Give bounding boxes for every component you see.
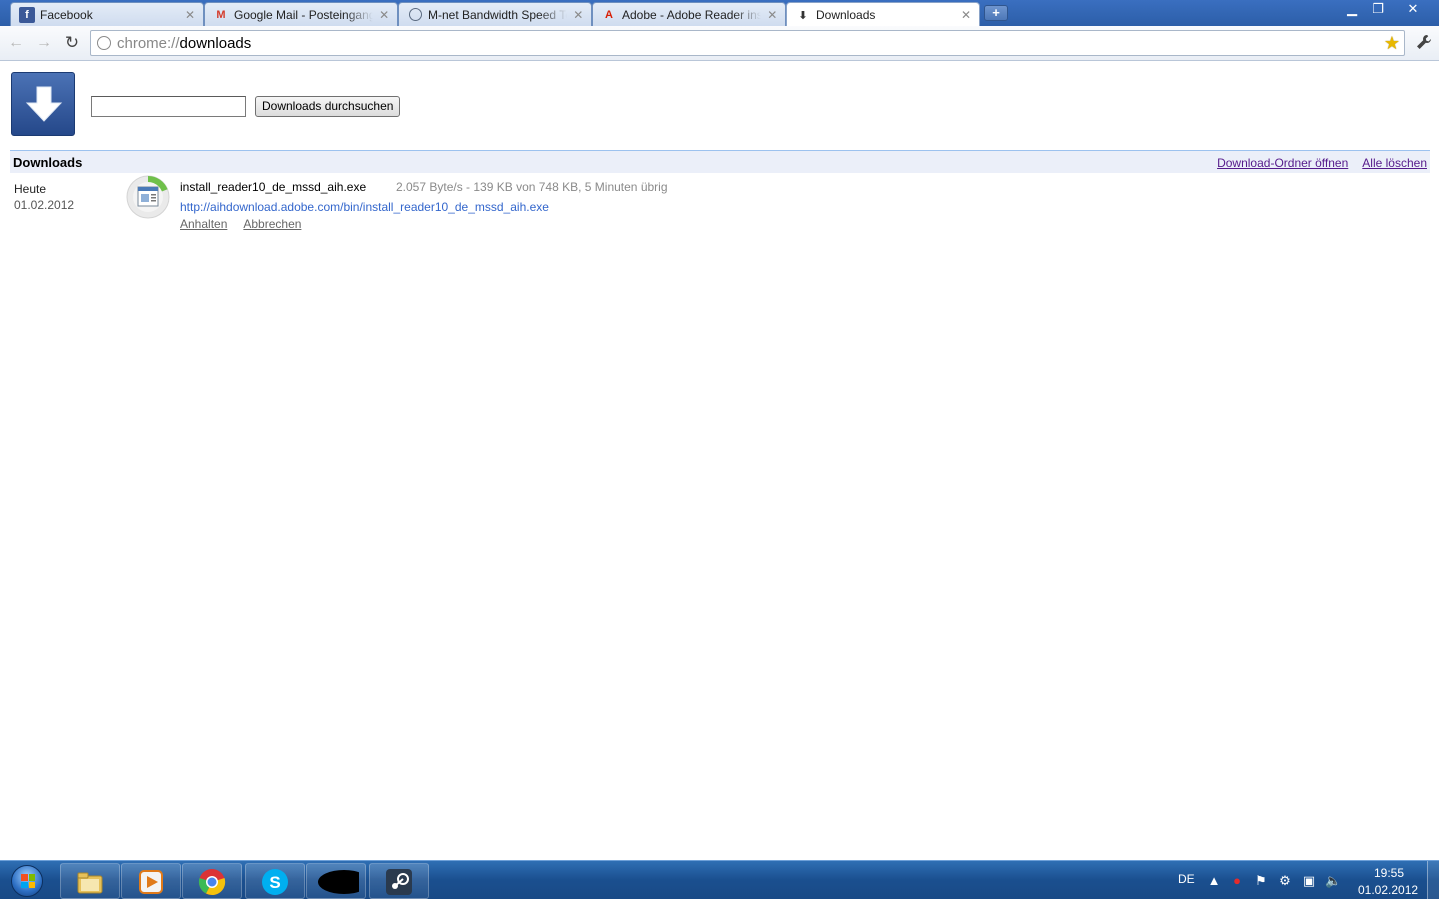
start-button[interactable] [3,862,49,899]
steam-tray-icon[interactable]: ⚙ [1277,873,1293,889]
volume-icon[interactable]: 🔈 [1325,873,1341,889]
adobe-icon: A [605,8,613,21]
taskbar-media-player[interactable] [121,863,181,899]
bookmark-star-icon[interactable]: ★ [1384,33,1400,53]
section-actions: Download-Ordner öffnen Alle löschen [1217,156,1427,170]
download-actions: Anhalten Abbrechen [180,217,301,231]
back-arrow-icon[interactable]: ← [5,33,27,53]
redacted-app-icon [318,870,359,894]
downloads-search-input[interactable] [91,96,246,117]
cancel-download-link[interactable]: Abbrechen [243,217,301,231]
restore-icon[interactable]: ❐ [1365,0,1391,20]
close-icon[interactable]: ✕ [571,8,585,22]
clock-time[interactable]: 19:55 [1374,866,1404,880]
download-status: 2.057 Byte/s - 139 KB von 748 KB, 5 Minu… [396,180,668,194]
close-icon[interactable]: ✕ [765,8,779,22]
media-player-icon [139,870,163,894]
download-source-url[interactable]: http://aihdownload.adobe.com/bin/install… [180,200,549,214]
action-center-flag-icon[interactable]: ⚑ [1253,873,1269,889]
search-downloads-button[interactable]: Downloads durchsuchen [255,96,401,117]
explorer-folder-icon [77,872,103,894]
address-bar[interactable]: chrome:// downloads ★ [90,30,1405,56]
taskbar-skype[interactable]: S [245,863,305,899]
window-controls: ▁ ❐ ✕ [1339,0,1435,20]
clock-date[interactable]: 01.02.2012 [1358,883,1418,897]
antivirus-icon[interactable]: ● [1229,873,1245,889]
close-icon[interactable]: ✕ [959,8,973,22]
pause-download-link[interactable]: Anhalten [180,217,227,231]
downloads-section-header: Downloads Download-Ordner öffnen Alle lö… [10,150,1430,173]
downloads-page: Downloads durchsuchen Downloads Download… [0,62,1439,860]
url-host: downloads [179,34,252,52]
url-scheme: chrome:// [117,34,180,52]
downloads-logo-icon [11,72,75,136]
tab-adobe[interactable]: A Adobe - Adobe Reader inst ✕ [592,2,786,26]
reload-icon[interactable]: ↻ [61,33,83,53]
close-icon[interactable]: ✕ [377,8,391,22]
tab-title: Google Mail - Posteingang [234,7,374,22]
clear-all-link[interactable]: Alle löschen [1362,156,1427,170]
taskbar-steam[interactable] [369,863,429,899]
tab-title: Adobe - Adobe Reader inst [622,7,762,22]
new-tab-button[interactable]: + [984,5,1008,21]
gmail-icon: M [216,8,226,21]
tab-title: Downloads [816,8,876,22]
chrome-icon [198,869,226,896]
taskbar-redacted-app[interactable] [306,863,366,899]
skype-icon: S [262,869,288,895]
close-icon[interactable]: ✕ [183,8,197,22]
tab-gmail[interactable]: M Google Mail - Posteingang ✕ [204,2,398,26]
window-close-icon[interactable]: ✕ [1391,0,1435,20]
tab-downloads[interactable]: ⬇ Downloads ✕ [786,2,980,27]
taskbar-chrome[interactable] [182,863,242,899]
page-icon [97,36,111,50]
show-hidden-icons-icon[interactable]: ▲ [1206,873,1222,889]
forward-arrow-icon[interactable]: → [33,33,55,53]
show-desktop-button[interactable] [1427,861,1439,899]
download-group-date: 01.02.2012 [14,198,75,212]
taskbar-explorer[interactable] [60,863,120,899]
svg-text:S: S [269,873,280,892]
system-tray: DE ▲ ● ⚑ ⚙ ▣ 🔈 19:55 01.02.2012 [1170,861,1439,899]
download-progress-file-icon [125,174,171,220]
tab-strip: f Facebook ✕ M Google Mail - Posteingang… [0,0,1439,27]
download-icon: ⬇ [798,9,808,22]
tab-title: M-net Bandwidth Speed Te [428,7,568,22]
browser-toolbar: ← → ↻ chrome:// downloads ★ [0,26,1439,61]
globe-icon [407,7,423,23]
steam-icon [386,869,412,895]
tab-facebook[interactable]: f Facebook ✕ [10,2,204,26]
language-indicator[interactable]: DE [1178,872,1195,886]
windows-taskbar: S DE ▲ ● ⚑ ⚙ ▣ 🔈 19:55 01.02.2012 [0,860,1439,899]
tab-mnet[interactable]: M-net Bandwidth Speed Te ✕ [398,2,592,26]
windows-logo-icon [11,865,43,897]
facebook-icon: f [19,6,35,23]
network-icon[interactable]: ▣ [1301,873,1317,889]
download-filename: install_reader10_de_mssd_aih.exe [180,180,367,194]
download-group-day: Heute [14,182,47,196]
minimize-icon[interactable]: ▁ [1339,0,1365,20]
section-title: Downloads [13,155,83,170]
tab-title: Facebook [40,7,93,22]
open-download-folder-link[interactable]: Download-Ordner öffnen [1217,156,1348,170]
wrench-menu-icon[interactable] [1415,33,1433,56]
